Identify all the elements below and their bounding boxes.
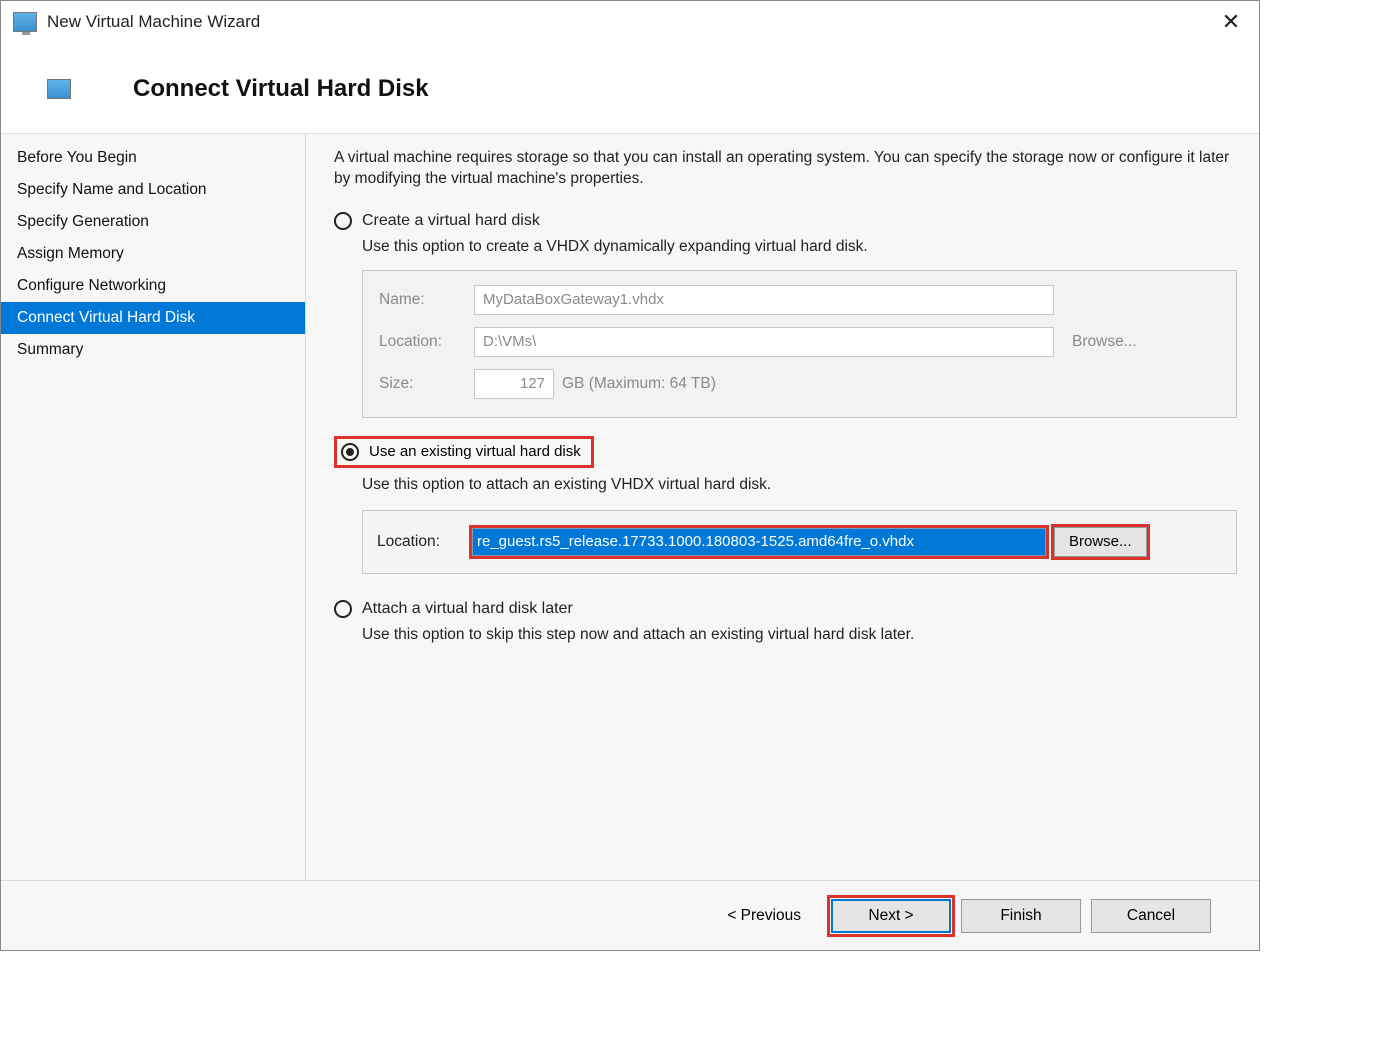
sidebar-item-summary[interactable]: Summary [1, 334, 305, 366]
sidebar-item-specify-name[interactable]: Specify Name and Location [1, 174, 305, 206]
radio-attach-later-label: Attach a virtual hard disk later [362, 600, 573, 618]
option-create-vhd: Create a virtual hard disk Use this opti… [334, 212, 1237, 418]
option-existing-vhd: Use an existing virtual hard disk Use th… [334, 436, 1237, 574]
finish-button[interactable]: Finish [961, 899, 1081, 933]
window-title: New Virtual Machine Wizard [47, 12, 1211, 32]
size-input [474, 369, 554, 399]
sidebar-item-specify-generation[interactable]: Specify Generation [1, 206, 305, 238]
sidebar-item-before-you-begin[interactable]: Before You Begin [1, 142, 305, 174]
existing-vhd-fieldset: Location: Browse... [362, 510, 1237, 574]
create-browse-button: Browse... [1072, 333, 1137, 351]
sidebar-item-assign-memory[interactable]: Assign Memory [1, 238, 305, 270]
next-button[interactable]: Next > [831, 899, 951, 933]
previous-button[interactable]: < Previous [707, 899, 821, 933]
radio-create-vhd[interactable] [334, 212, 352, 230]
option-existing-desc: Use this option to attach an existing VH… [362, 476, 1237, 494]
radio-existing-vhd[interactable] [341, 443, 359, 461]
radio-existing-vhd-label: Use an existing virtual hard disk [369, 443, 581, 460]
sidebar-item-connect-vhd[interactable]: Connect Virtual Hard Disk [1, 302, 305, 334]
existing-location-input[interactable] [472, 528, 1046, 556]
create-vhd-fieldset: Name: Location: Browse... Size: GB (Maxi… [362, 270, 1237, 418]
option-attach-later: Attach a virtual hard disk later Use thi… [334, 600, 1237, 644]
radio-create-vhd-label: Create a virtual hard disk [362, 212, 540, 230]
radio-attach-later[interactable] [334, 600, 352, 618]
existing-location-label: Location: [377, 533, 472, 551]
sidebar-item-configure-networking[interactable]: Configure Networking [1, 270, 305, 302]
content-pane: A virtual machine requires storage so th… [306, 134, 1259, 880]
option-later-desc: Use this option to skip this step now an… [362, 626, 1237, 644]
titlebar: New Virtual Machine Wizard ✕ [1, 1, 1259, 43]
option-existing-highlight: Use an existing virtual hard disk [334, 436, 594, 468]
location-label: Location: [379, 333, 474, 351]
wizard-window: New Virtual Machine Wizard ✕ Connect Vir… [0, 0, 1260, 951]
intro-text: A virtual machine requires storage so th… [334, 148, 1237, 190]
wizard-footer: < Previous Next > Finish Cancel [1, 880, 1259, 950]
size-unit: GB (Maximum: 64 TB) [562, 375, 716, 393]
header: Connect Virtual Hard Disk [1, 43, 1259, 133]
vm-wizard-icon [13, 12, 37, 32]
option-create-desc: Use this option to create a VHDX dynamic… [362, 238, 1237, 256]
cancel-button[interactable]: Cancel [1091, 899, 1211, 933]
size-label: Size: [379, 375, 474, 393]
wizard-sidebar: Before You Begin Specify Name and Locati… [1, 134, 306, 880]
create-location-input [474, 327, 1054, 357]
name-label: Name: [379, 291, 474, 309]
page-title: Connect Virtual Hard Disk [133, 75, 429, 103]
existing-browse-button[interactable]: Browse... [1054, 527, 1147, 557]
header-monitor-icon [47, 79, 71, 99]
name-input [474, 285, 1054, 315]
close-icon[interactable]: ✕ [1211, 2, 1251, 42]
